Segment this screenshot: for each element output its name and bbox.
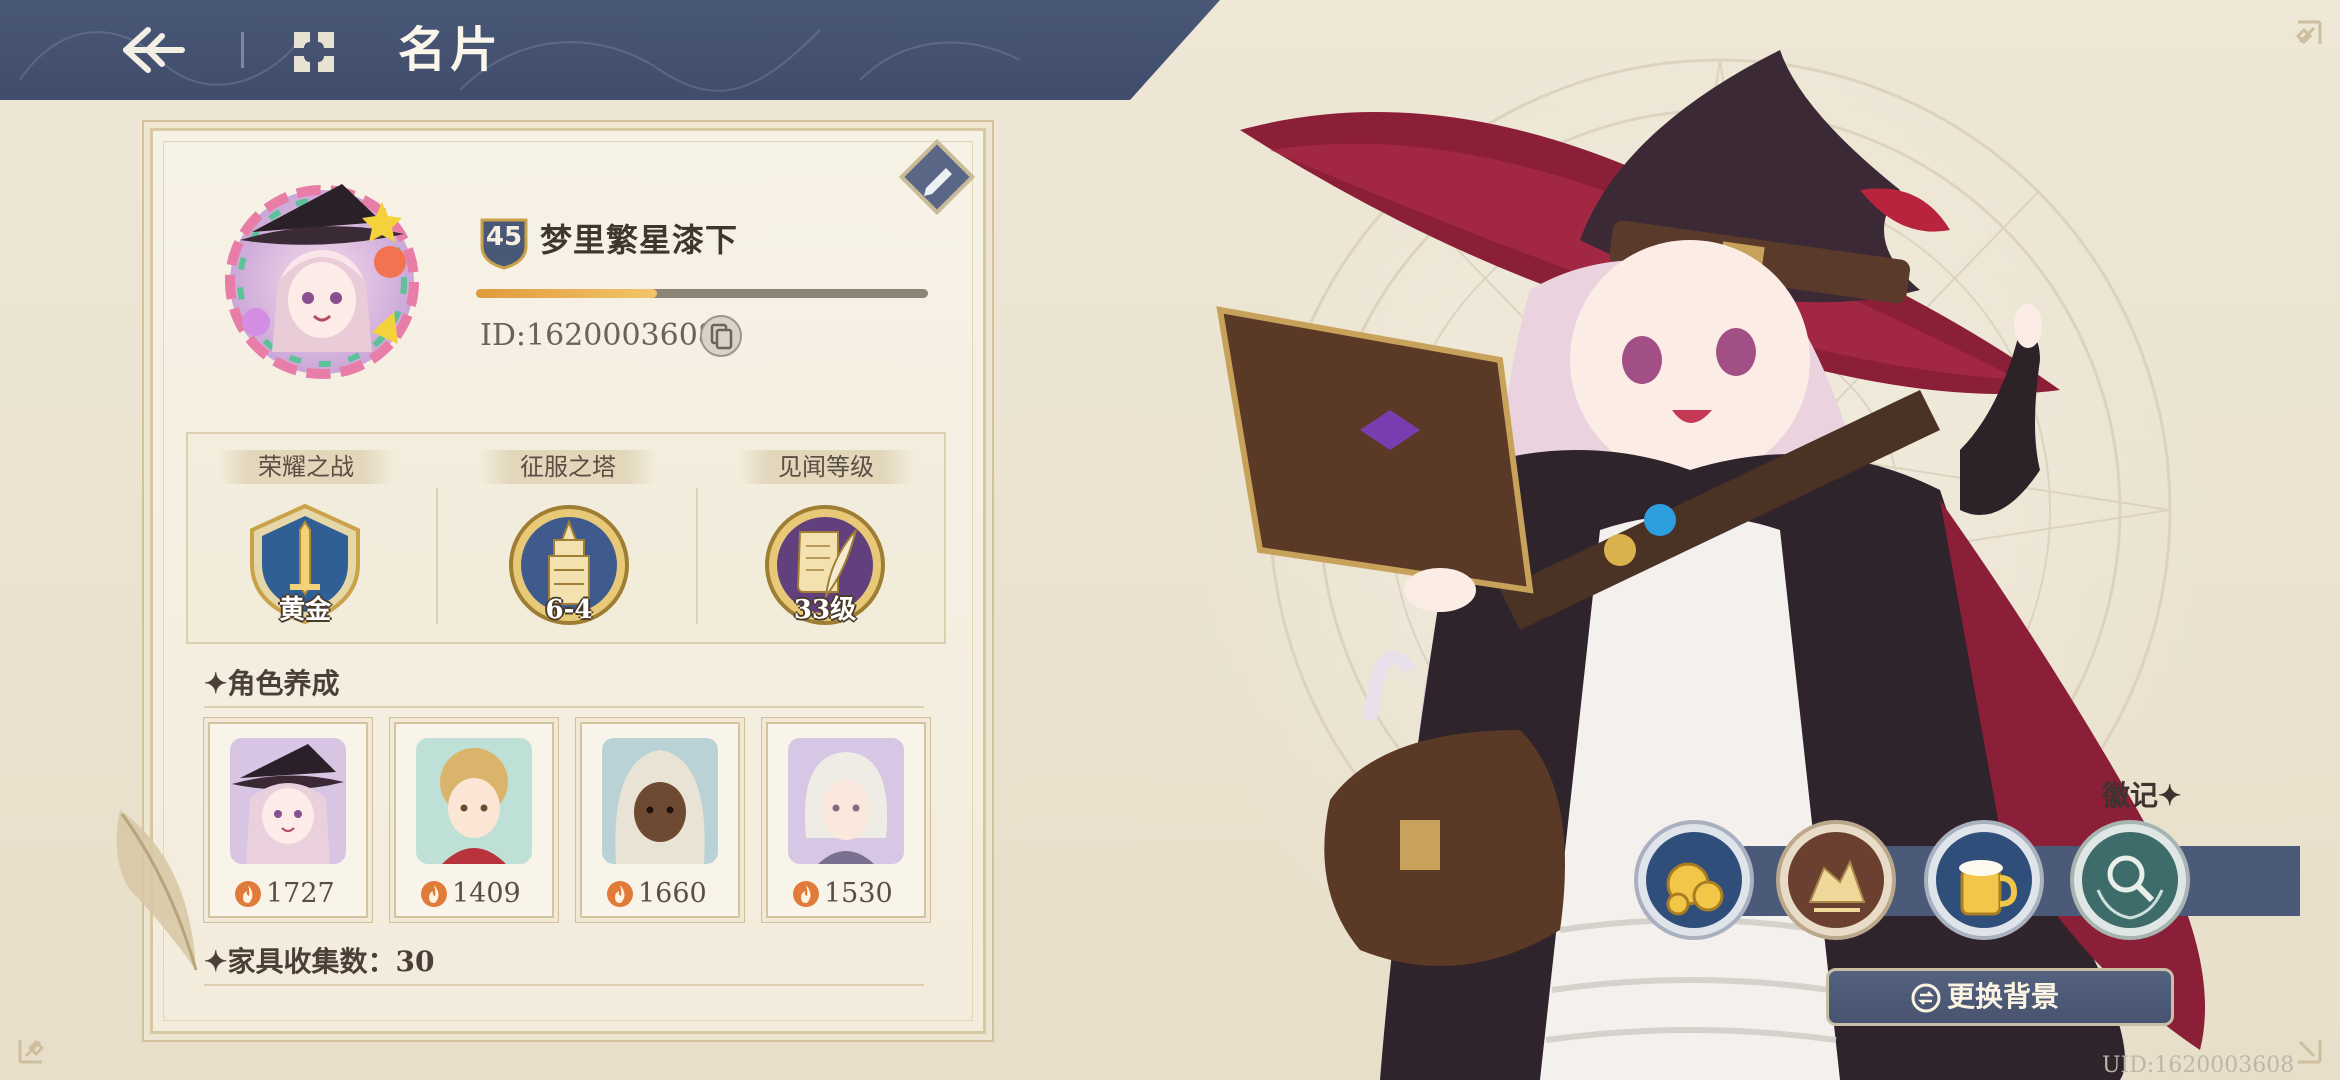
feather-icon: [116, 810, 198, 971]
magnifier-laurel-badge[interactable]: [2068, 818, 2192, 942]
section-divider: [204, 706, 924, 708]
character-power: 1409: [452, 878, 521, 909]
back-arrow-icon[interactable]: [118, 22, 188, 78]
player-avatar[interactable]: [222, 162, 422, 390]
change-background-label: 更换背景: [1947, 980, 2060, 1013]
swap-icon: [1911, 983, 1941, 1013]
experience-bar-fill: [476, 289, 657, 298]
stat-value-glory-battle: 黄金: [278, 595, 331, 625]
character-card[interactable]: 1530: [766, 722, 926, 918]
stat-label-conquest-tower: 征服之塔: [480, 450, 656, 484]
stat-divider: [436, 488, 438, 624]
level-number: 45: [485, 222, 523, 252]
ale-mug-badge[interactable]: [1922, 818, 2046, 942]
section-title-character-growth: ✦角色养成: [204, 667, 340, 700]
edit-pencil-icon[interactable]: [898, 138, 976, 216]
stat-label-glory-battle: 荣耀之战: [218, 450, 394, 484]
section-divider: [204, 984, 924, 986]
header-separator: [241, 32, 244, 68]
hooded-figure-portrait: [602, 738, 718, 864]
character-card[interactable]: 1727: [208, 722, 368, 918]
experience-bar: [476, 289, 928, 298]
player-id: ID:1620003608: [480, 318, 717, 353]
character-power: 1530: [824, 878, 893, 909]
treasure-badge[interactable]: [1774, 818, 1898, 942]
flame-icon: [235, 881, 261, 907]
furniture-collection-count: ✦家具收集数：30: [204, 945, 435, 978]
witch-girl-portrait: [230, 738, 346, 864]
menu-grid-icon[interactable]: [290, 28, 338, 76]
stat-divider: [696, 488, 698, 624]
character-card[interactable]: 1660: [580, 722, 740, 918]
stat-label-knowledge-level: 见闻等级: [738, 450, 914, 484]
flame-icon: [421, 881, 447, 907]
stat-value-conquest-tower: 6-4: [545, 595, 593, 625]
uid-footer: UID:1620003608: [2102, 1053, 2295, 1078]
player-name: 梦里繁星漆下: [540, 221, 739, 259]
flame-icon: [607, 881, 633, 907]
character-power: 1727: [266, 878, 335, 909]
corner-ornament-icon: [2295, 20, 2322, 45]
change-background-button[interactable]: 更换背景: [1826, 968, 2174, 1026]
golden-coins-badge[interactable]: [1632, 818, 1756, 942]
flame-icon: [793, 881, 819, 907]
corner-ornament-icon: [18, 1039, 45, 1064]
blonde-lady-portrait: [416, 738, 532, 864]
white-hair-man-portrait: [788, 738, 904, 864]
badge-section-title: 徽记✦: [2102, 779, 2182, 812]
copy-icon[interactable]: [698, 313, 744, 359]
character-card[interactable]: 1409: [394, 722, 554, 918]
stat-value-knowledge-level: 33级: [793, 595, 857, 625]
character-power: 1660: [638, 878, 707, 909]
page-title: 名片: [398, 22, 503, 78]
